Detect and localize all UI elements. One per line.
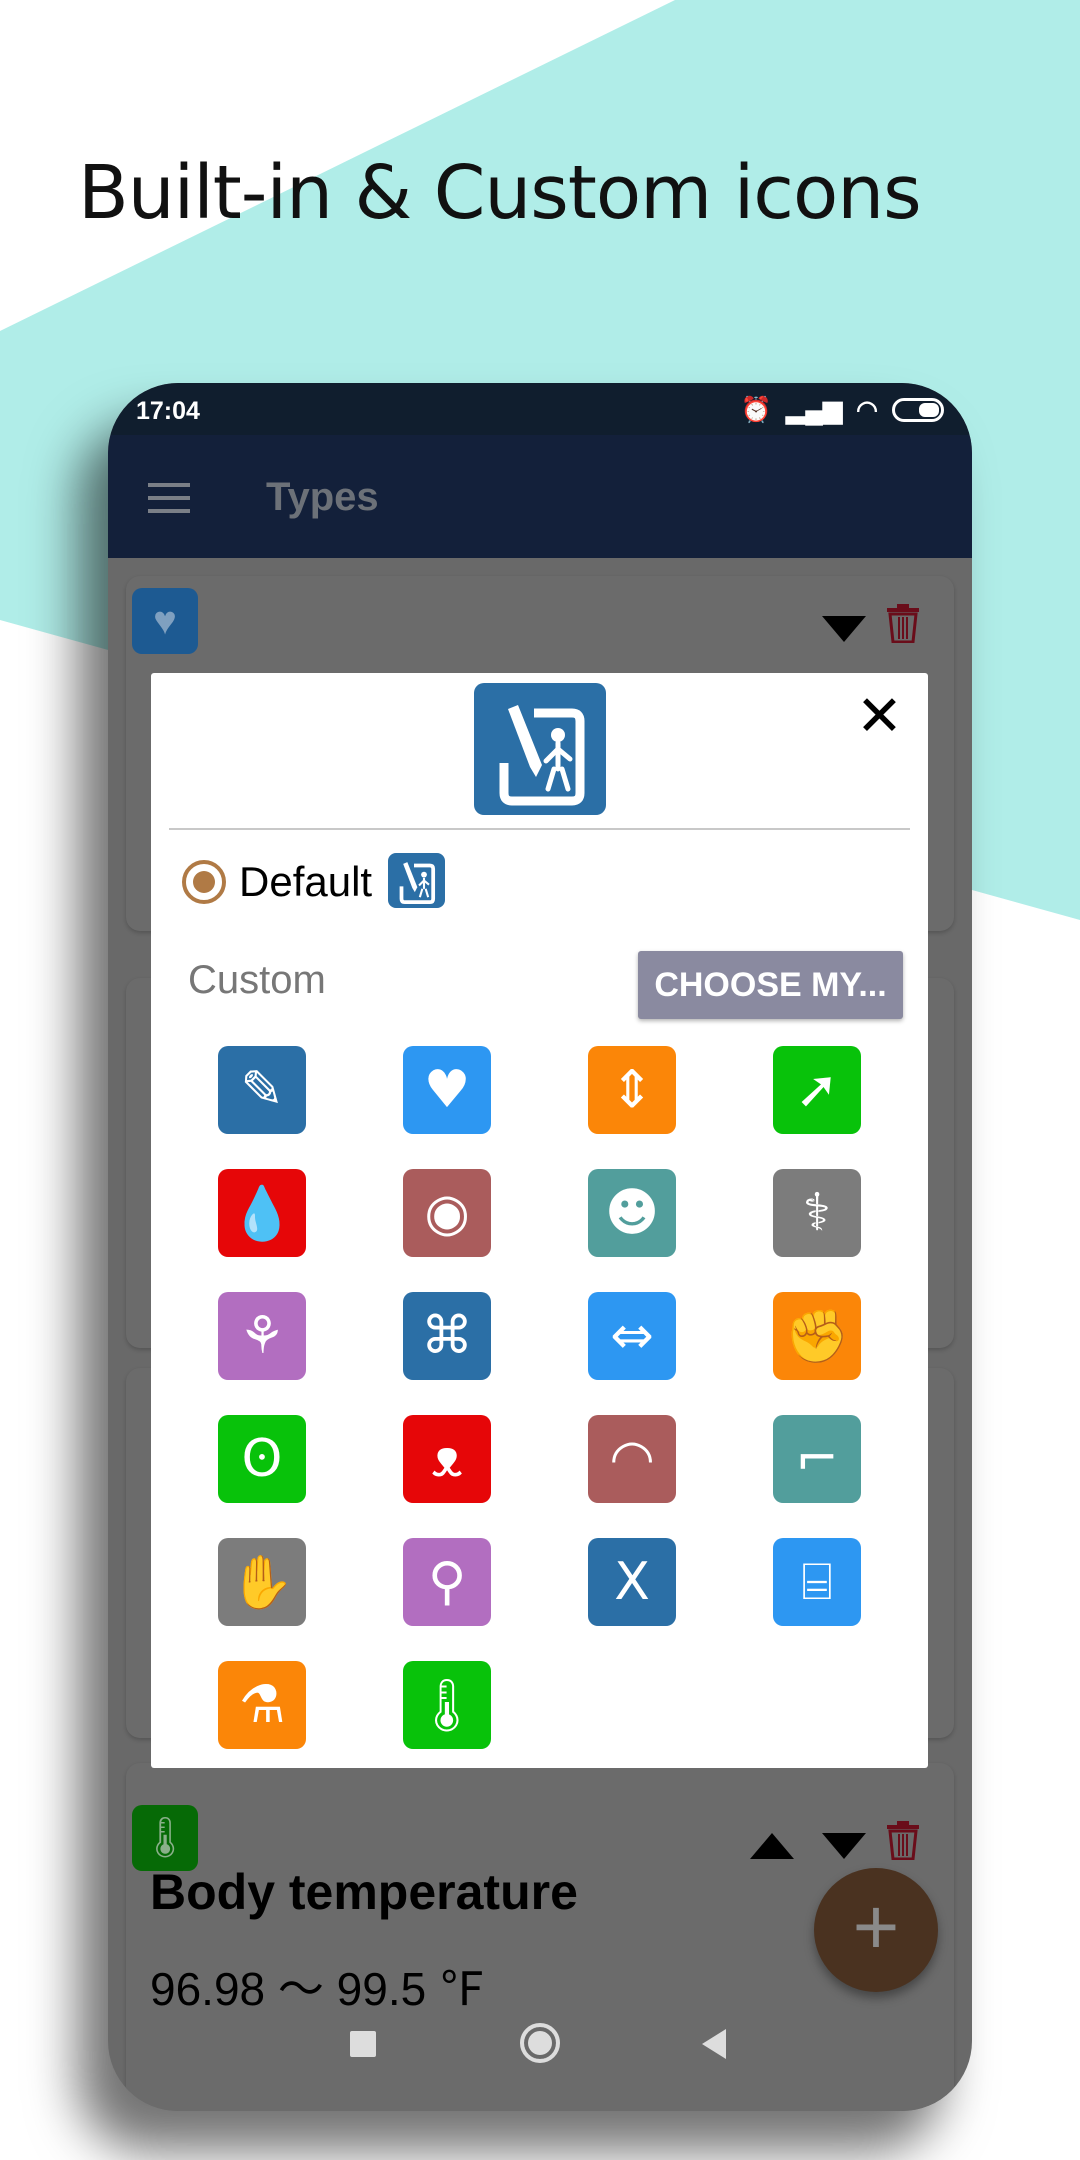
body-temperature-icon: 🌡 bbox=[132, 1805, 198, 1871]
wifi-icon: ◠ bbox=[856, 396, 878, 424]
hamburger-icon[interactable] bbox=[148, 483, 190, 513]
icon-picker-dialog: ✕ Default Custom CHOOSE MY... ✎ ♥ ⇕ ➚ 💧 ◉ ☻ ⚕ ⚘ ⌘… bbox=[151, 673, 928, 1768]
xray-icon[interactable]: X bbox=[588, 1538, 676, 1626]
divider bbox=[169, 828, 910, 830]
move-up-button[interactable] bbox=[750, 1833, 794, 1859]
trash-icon[interactable] bbox=[886, 1820, 920, 1860]
close-button[interactable]: ✕ bbox=[856, 688, 903, 744]
ear-icon[interactable]: ʘ bbox=[218, 1415, 306, 1503]
move-down-button[interactable] bbox=[822, 1833, 866, 1859]
blood-drops-icon[interactable]: 💧 bbox=[218, 1169, 306, 1257]
default-radio[interactable] bbox=[182, 860, 226, 904]
status-bar: 17:04 ⏰ ▂▄▆ ◠ bbox=[108, 383, 972, 435]
heart-rate-icon[interactable]: ♥ bbox=[403, 1046, 491, 1134]
default-label[interactable]: Default bbox=[239, 858, 372, 906]
compass-icon[interactable]: ➚ bbox=[773, 1046, 861, 1134]
selected-icon-preview bbox=[474, 683, 606, 815]
status-time: 17:04 bbox=[136, 397, 200, 425]
app-bar: Types bbox=[108, 435, 972, 558]
waist-icon[interactable]: ⇔ bbox=[588, 1292, 676, 1380]
syringe-icon[interactable]: ⚲ bbox=[403, 1538, 491, 1626]
height-icon[interactable]: ⇕ bbox=[588, 1046, 676, 1134]
phone-screen: 17:04 ⏰ ▂▄▆ ◠ Types ♥ 🌡 Body temperature… bbox=[108, 383, 972, 2111]
headline: Built-in & Custom icons bbox=[78, 150, 922, 236]
move-down-button[interactable] bbox=[822, 616, 866, 642]
scanner-icon[interactable]: ⌸ bbox=[773, 1538, 861, 1626]
lips-icon[interactable]: ◠ bbox=[588, 1415, 676, 1503]
test-tube-icon[interactable]: ⚗ bbox=[218, 1661, 306, 1749]
navigation-bar bbox=[108, 2003, 972, 2083]
body-temperature-icon[interactable]: 🌡 bbox=[403, 1661, 491, 1749]
body-chart-icon[interactable]: ✎ bbox=[218, 1046, 306, 1134]
alarm-icon: ⏰ bbox=[740, 395, 772, 424]
recents-button[interactable] bbox=[350, 2031, 376, 2057]
default-icon-thumbnail bbox=[388, 853, 445, 908]
battery-icon bbox=[892, 398, 944, 422]
signal-icon: ▂▄▆ bbox=[786, 396, 843, 424]
eye-icon[interactable]: ◉ bbox=[403, 1169, 491, 1257]
type-title: Body temperature bbox=[150, 1864, 578, 1920]
lungs-icon[interactable]: ⚘ bbox=[218, 1292, 306, 1380]
muscle-icon[interactable]: ✊ bbox=[773, 1292, 861, 1380]
trash-icon[interactable] bbox=[886, 603, 920, 643]
heart-rate-icon: ♥ bbox=[132, 588, 198, 654]
add-type-button[interactable]: + bbox=[814, 1868, 938, 1992]
nose-icon[interactable]: ᴥ bbox=[403, 1415, 491, 1503]
intestine-icon[interactable]: ⌘ bbox=[403, 1292, 491, 1380]
organs-icon[interactable]: ⚕ bbox=[773, 1169, 861, 1257]
leg-icon[interactable]: ⌐ bbox=[773, 1415, 861, 1503]
home-button[interactable] bbox=[520, 2023, 560, 2063]
back-button[interactable] bbox=[702, 2029, 726, 2059]
choose-my-icon-button[interactable]: CHOOSE MY... bbox=[638, 951, 903, 1019]
hand-icon[interactable]: ✋ bbox=[218, 1538, 306, 1626]
head-icon[interactable]: ☻ bbox=[588, 1169, 676, 1257]
custom-label: Custom bbox=[188, 958, 326, 1002]
icon-grid: ✎ ♥ ⇕ ➚ 💧 ◉ ☻ ⚕ ⚘ ⌘ ⇔ ✊ ʘ ᴥ ◠ ⌐ ✋ ⚲ X ⌸ ⚗ 🌡 bbox=[218, 1046, 878, 1749]
page-title: Types bbox=[266, 475, 379, 519]
